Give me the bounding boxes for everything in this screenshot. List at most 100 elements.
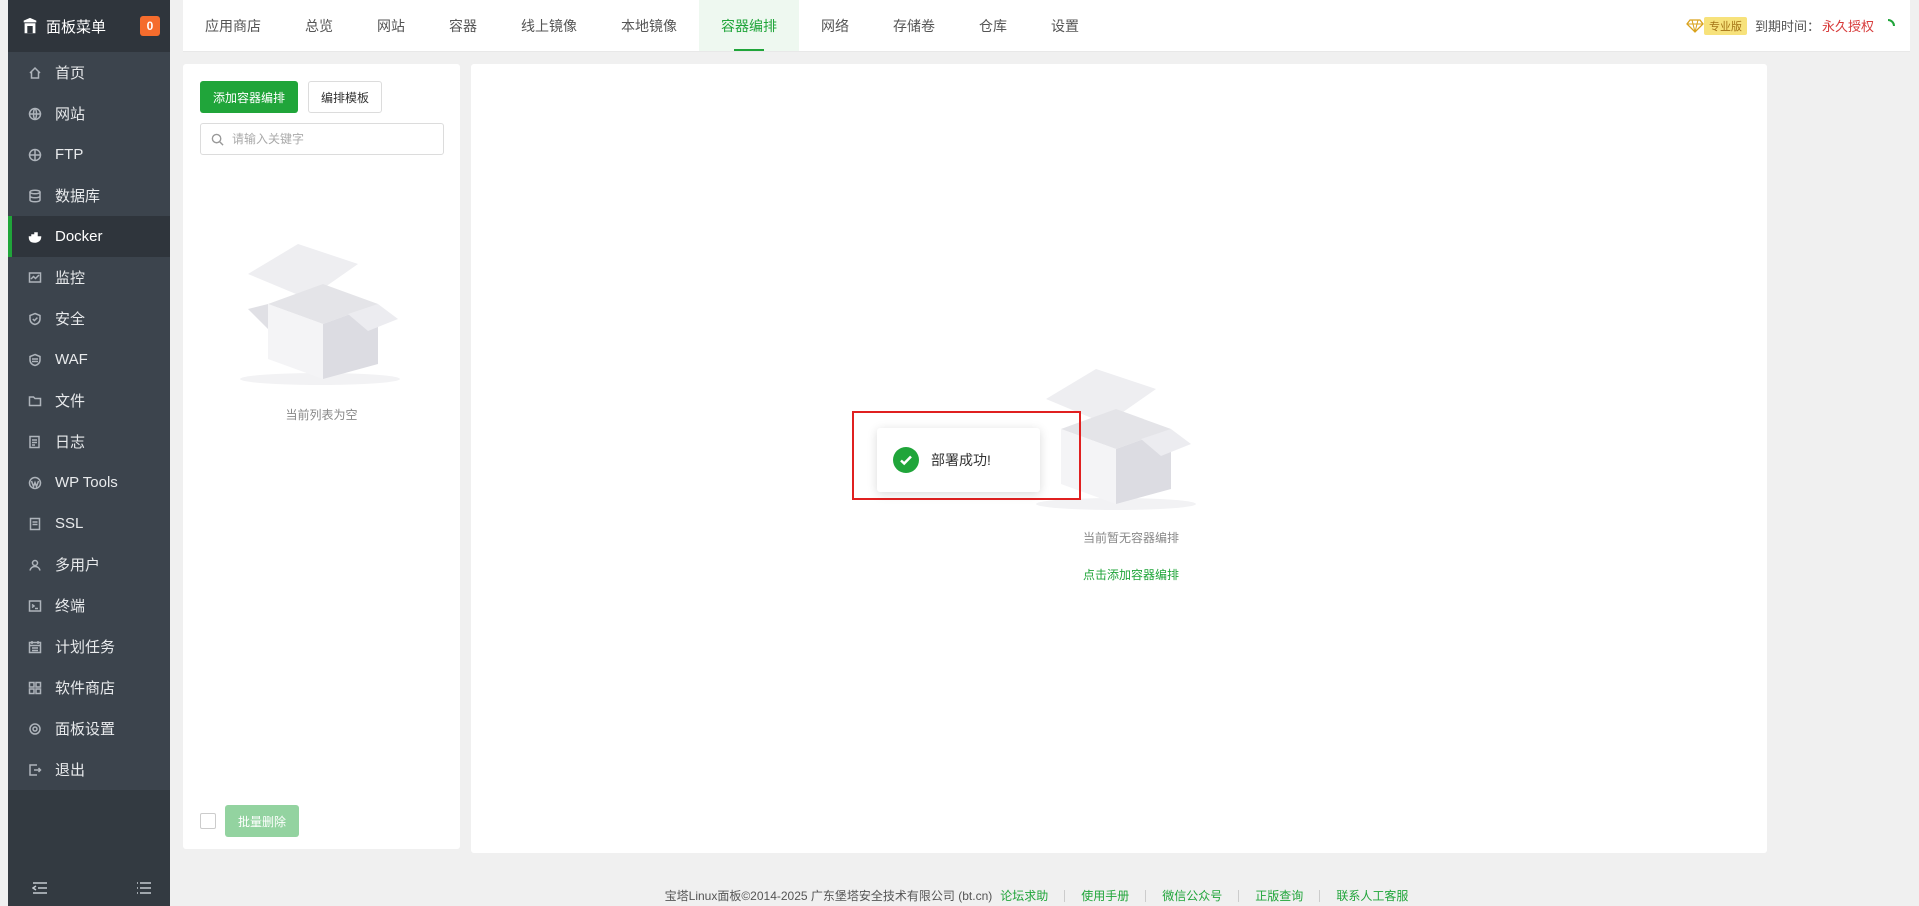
sidebar-item-4[interactable]: Docker (8, 216, 170, 257)
expire-value[interactable]: 永久授权 (1822, 16, 1874, 35)
batch-bar: 批量删除 (200, 805, 299, 837)
license-info: 专业版 到期时间： 永久授权 (1686, 0, 1910, 51)
sidebar-item-8[interactable]: 文件 (8, 380, 170, 421)
sidebar-item-label: 数据库 (55, 188, 101, 205)
database-icon (28, 188, 42, 203)
sidebar-item-9[interactable]: 日志 (8, 421, 170, 462)
search-input[interactable] (232, 132, 432, 146)
footer-link-verify[interactable]: 正版查询 (1238, 889, 1319, 902)
sidebar-item-label: FTP (55, 146, 84, 163)
sidebar-item-11[interactable]: SSL (8, 503, 170, 544)
logout-icon (28, 763, 42, 777)
tab-3[interactable]: 容器 (427, 0, 499, 51)
pro-badge[interactable]: 专业版 (1686, 16, 1747, 35)
tab-5[interactable]: 本地镜像 (599, 0, 699, 51)
empty-list-text: 当前列表为空 (285, 408, 358, 422)
sidebar-item-label: SSL (55, 515, 84, 532)
collapse-menu-icon[interactable] (28, 876, 52, 900)
sidebar-item-label: 网站 (55, 106, 86, 123)
ftp-icon (28, 148, 42, 162)
pro-label: 专业版 (1703, 16, 1747, 35)
footer-link-manual[interactable]: 使用手册 (1064, 889, 1145, 902)
calendar-icon (28, 640, 42, 654)
shield-icon (28, 312, 42, 326)
sidebar-item-3[interactable]: 数据库 (8, 175, 170, 216)
sidebar-item-14[interactable]: 计划任务 (8, 626, 170, 667)
toast-message: 部署成功! (931, 452, 991, 468)
success-toast: 部署成功! (877, 428, 1040, 492)
tab-1[interactable]: 总览 (283, 0, 355, 51)
check-circle-icon (893, 447, 919, 473)
footer-link-forum[interactable]: 论坛求助 (1000, 890, 1064, 902)
terminal-icon (28, 599, 42, 613)
users-icon (28, 558, 42, 572)
empty-box-icon (240, 244, 400, 385)
bt-logo-icon (20, 16, 40, 36)
search-icon (211, 133, 224, 146)
store-icon (28, 681, 42, 695)
tab-8[interactable]: 存储卷 (871, 0, 957, 51)
monitor-icon (28, 271, 42, 285)
compose-template-button[interactable]: 编排模板 (308, 81, 382, 113)
docker-icon (28, 230, 42, 244)
tab-7[interactable]: 网络 (799, 0, 871, 51)
footer-link-wechat[interactable]: 微信公众号 (1145, 889, 1238, 902)
sidebar-menu: 首页网站 FTP 数据库 Docker 监控安全 WAF 文件日志 WP Tools SSL 多用… (8, 52, 170, 790)
sidebar-title: 面板菜单 (46, 18, 107, 36)
sidebar-item-label: Docker (55, 228, 103, 245)
home-icon (28, 66, 42, 80)
wordpress-icon (28, 476, 42, 490)
sidebar-item-label: WP Tools (55, 474, 118, 491)
copyright-text: 宝塔Linux面板©2014-2025 广东堡塔安全技术有限公司 (bt.cn) (664, 889, 993, 903)
sidebar-item-7[interactable]: WAF (8, 339, 170, 380)
sidebar-item-label: 首页 (55, 65, 86, 82)
sidebar-item-16[interactable]: 面板设置 (8, 708, 170, 749)
add-compose-button[interactable]: 添加容器编排 (200, 81, 298, 113)
ssl-icon (28, 517, 42, 531)
sidebar-item-0[interactable]: 首页 (8, 52, 170, 93)
footer: 宝塔Linux面板©2014-2025 广东堡塔安全技术有限公司 (bt.cn)… (170, 887, 1919, 904)
sidebar-item-label: 终端 (55, 598, 86, 615)
search-field[interactable] (200, 123, 444, 155)
sidebar-item-2[interactable]: FTP (8, 134, 170, 175)
log-icon (28, 435, 42, 449)
sidebar-item-15[interactable]: 软件商店 (8, 667, 170, 708)
tab-6[interactable]: 容器编排 (699, 0, 799, 51)
sidebar-header: 面板菜单 0 (8, 0, 170, 52)
sidebar-item-label: 日志 (55, 434, 86, 451)
compose-list-panel: 添加容器编排 编排模板 当前列表为空 批量删除 (183, 64, 460, 849)
globe-icon (28, 107, 42, 121)
footer-link-support[interactable]: 联系人工客服 (1319, 889, 1424, 902)
sidebar-item-label: 多用户 (55, 557, 101, 574)
tab-2[interactable]: 网站 (355, 0, 427, 51)
sidebar-item-label: 计划任务 (55, 639, 116, 656)
list-menu-icon[interactable] (132, 876, 156, 900)
tab-9[interactable]: 仓库 (957, 0, 1029, 51)
sidebar-item-6[interactable]: 安全 (8, 298, 170, 339)
sidebar-item-label: WAF (55, 351, 88, 368)
sidebar-item-10[interactable]: WP Tools (8, 462, 170, 503)
sidebar-item-13[interactable]: 终端 (8, 585, 170, 626)
sidebar-item-12[interactable]: 多用户 (8, 544, 170, 585)
gear-icon (28, 722, 42, 736)
select-all-checkbox[interactable] (200, 813, 216, 829)
sidebar-item-label: 安全 (55, 311, 86, 328)
sidebar-item-17[interactable]: 退出 (8, 749, 170, 790)
tab-10[interactable]: 设置 (1029, 0, 1101, 51)
add-compose-link[interactable]: 点击添加容器编排 (1056, 566, 1206, 583)
folder-icon (28, 394, 42, 408)
top-nav: 应用商店 总览 网站 容器 线上镜像 本地镜像 容器编排 网络 存储卷 仓库 设置 专业版 到期时间… (183, 0, 1910, 52)
sidebar-item-5[interactable]: 监控 (8, 257, 170, 298)
sidebar-item-label: 退出 (55, 762, 86, 779)
loading-spinner-icon (1887, 18, 1895, 26)
notification-badge[interactable]: 0 (140, 16, 160, 36)
sidebar: 面板菜单 0 首页网站 FTP 数据库 Docker 监控安全 WAF 文件日志 WP Too… (8, 0, 170, 906)
sidebar-item-1[interactable]: 网站 (8, 93, 170, 134)
tab-0[interactable]: 应用商店 (183, 0, 283, 51)
diamond-icon (1686, 18, 1704, 33)
sidebar-item-label: 软件商店 (55, 680, 116, 697)
compose-detail-panel: 当前暂无容器编排 点击添加容器编排 (471, 64, 1767, 853)
tab-4[interactable]: 线上镜像 (499, 0, 599, 51)
batch-delete-button[interactable]: 批量删除 (225, 805, 299, 837)
sidebar-item-label: 面板设置 (55, 721, 116, 738)
